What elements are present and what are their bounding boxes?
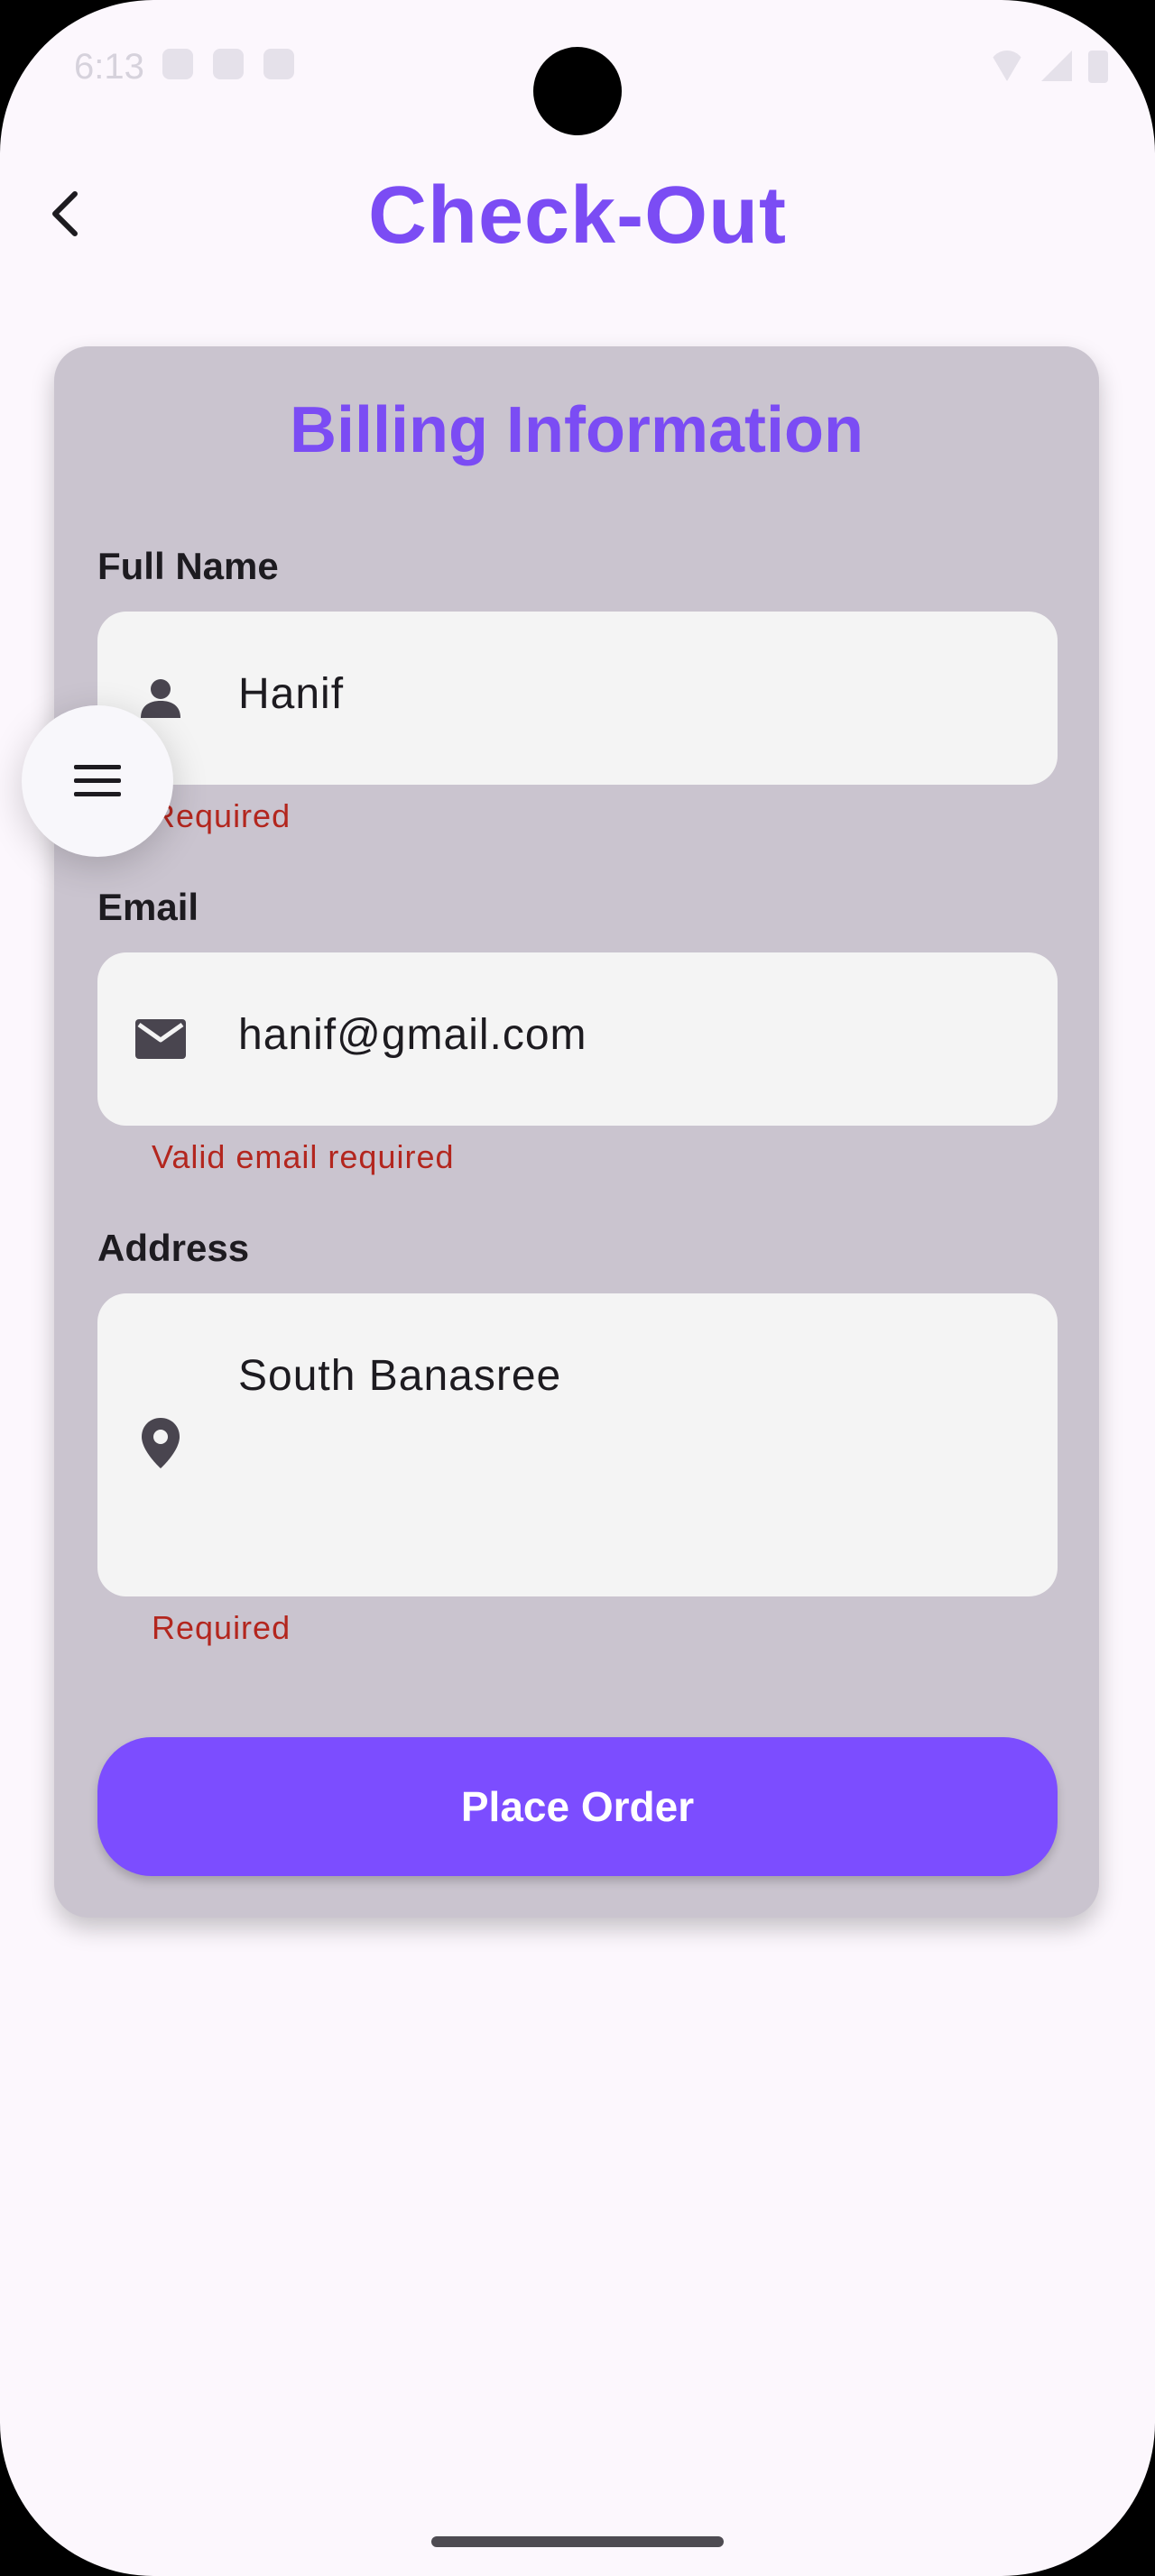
status-time: 6:13 [74,47,144,87]
full-name-input[interactable] [238,669,1014,719]
email-label: Email [97,886,199,928]
battery-icon [1088,51,1108,83]
mail-icon [135,1019,186,1059]
camera-cutout [533,47,622,135]
sd-card-icon [263,49,294,79]
status-system-icons [989,51,1108,83]
floating-menu-button[interactable] [22,705,173,857]
billing-card: Billing Information Full Name Required E… [54,346,1099,1918]
wifi-icon [989,51,1025,81]
home-indicator[interactable] [431,2536,724,2547]
app-bar: Check-Out [0,153,1155,280]
address-label: Address [97,1227,250,1269]
notification-icon [162,49,193,79]
full-name-field[interactable] [97,612,1058,785]
status-notification-icons [162,49,294,79]
full-name-error: Required [152,797,291,834]
location-pin-icon [142,1418,180,1468]
menu-icon [74,765,121,796]
email-error: Valid email required [152,1138,455,1175]
phone-screen: 6:13 Check-Out Billing Information Full … [0,0,1155,2576]
person-icon [141,679,180,718]
full-name-label: Full Name [97,545,279,587]
shield-icon [213,49,244,79]
signal-icon [1041,51,1072,81]
address-input[interactable] [238,1351,1014,1401]
page-title: Check-Out [367,170,788,261]
card-title: Billing Information [290,394,864,466]
email-field[interactable] [97,952,1058,1126]
address-field[interactable] [97,1293,1058,1596]
place-order-button[interactable]: Place Order [97,1737,1058,1876]
address-error: Required [152,1609,291,1646]
email-input[interactable] [238,1010,1014,1060]
